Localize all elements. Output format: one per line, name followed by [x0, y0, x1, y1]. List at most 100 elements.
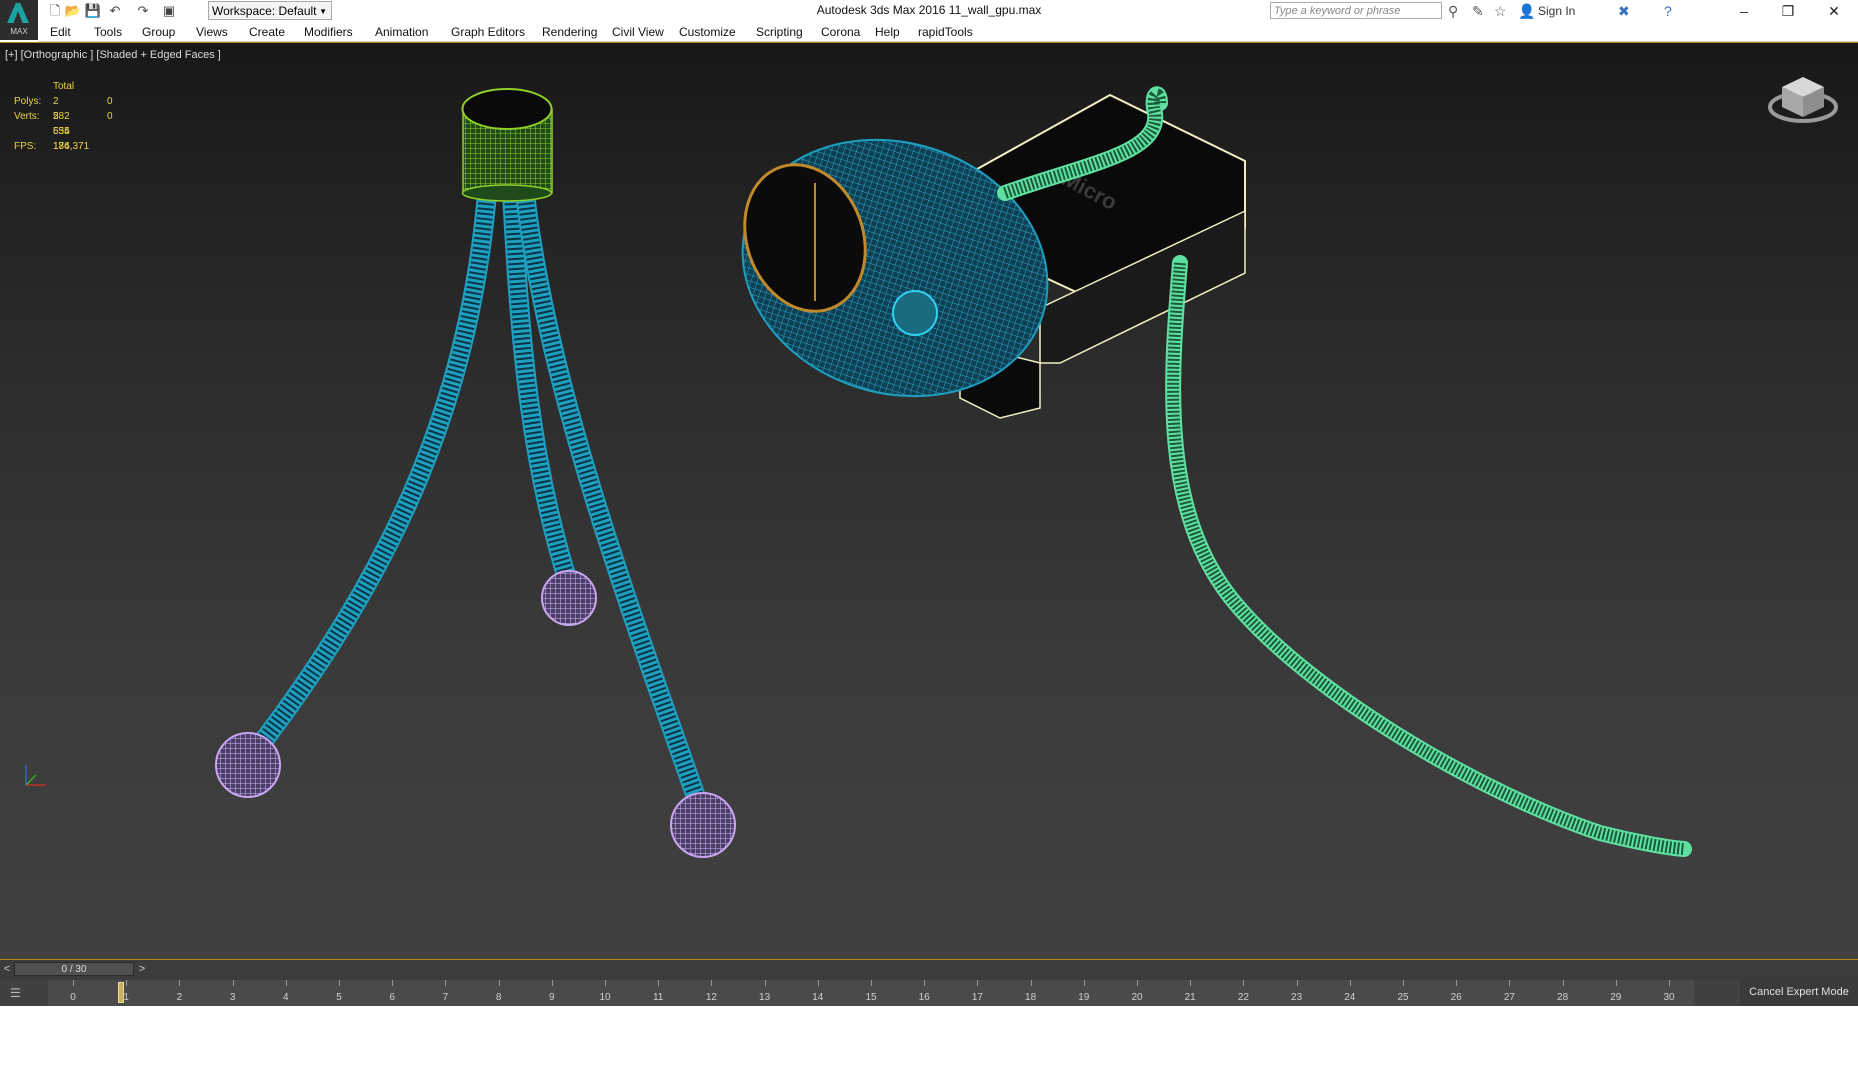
scene-wireframe: Micro [25, 86, 1692, 858]
app-menu-button[interactable]: MAX [0, 0, 38, 40]
trackbar-tick [871, 980, 872, 986]
trackbar-frame-label: 9 [549, 992, 555, 1003]
menu-tools[interactable]: Tools [94, 25, 122, 39]
save-icon[interactable]: 💾 [84, 2, 102, 20]
minimize-icon[interactable]: – [1722, 0, 1766, 22]
trackbar-frame-label: 4 [283, 992, 289, 1003]
trackbar-frame-label: 27 [1503, 992, 1515, 1003]
trackbar-frame-label: 23 [1291, 992, 1303, 1003]
trackbar-frame-label: 17 [971, 992, 983, 1003]
trackbar-frame-label: 22 [1237, 992, 1249, 1003]
trackbar-frame-label: 8 [495, 992, 502, 1003]
menu-help[interactable]: Help [875, 25, 900, 39]
trackbar-tick [285, 980, 287, 986]
menu-corona[interactable]: Corona [821, 25, 860, 39]
menu-modifiers[interactable]: Modifiers [304, 25, 353, 39]
binoculars-icon[interactable]: ⚲ [1448, 3, 1458, 19]
trackbar-tick [605, 980, 606, 986]
trackbar-tick [1030, 980, 1032, 986]
next-frame-button[interactable]: > [136, 962, 148, 976]
trackbar-frame-label: 2 [176, 992, 183, 1003]
redo-icon[interactable]: ↷ [134, 2, 152, 20]
trackbar-tick [445, 980, 447, 986]
tripod-cap [461, 88, 553, 202]
user-icon: 👤 [1518, 3, 1536, 19]
trackbar-tick [764, 980, 766, 986]
menu-customize[interactable]: Customize [679, 25, 736, 39]
chevron-down-icon: ▼ [319, 7, 327, 16]
trackbar-tick [126, 980, 128, 986]
trackbar-tick [658, 980, 660, 986]
communication-icon[interactable]: ✎ [1472, 3, 1484, 19]
axis-tripod-icon [25, 765, 46, 786]
undo-icon[interactable]: ↶ [106, 2, 124, 20]
trackbar-tick [179, 980, 181, 986]
close-x-icon[interactable]: ✖ [1618, 3, 1630, 19]
time-slider[interactable]: 0 / 30 [14, 962, 134, 976]
tripod-legs [248, 183, 710, 818]
trackbar-tick [1137, 980, 1138, 986]
menu-animation[interactable]: Animation [375, 25, 428, 39]
trackbar-tick [711, 980, 713, 986]
previous-frame-button[interactable]: < [1, 962, 13, 976]
trackbar-tick [1190, 980, 1192, 986]
trackbar-tick [817, 980, 819, 986]
menu-graph-editors[interactable]: Graph Editors [451, 25, 525, 39]
sign-in-link[interactable]: Sign In [1538, 4, 1575, 18]
viewport-orthographic[interactable]: [+] [Orthographic ] [Shaded + Edged Face… [0, 42, 1858, 960]
help-icon[interactable]: ? [1664, 3, 1672, 19]
menu-scripting[interactable]: Scripting [756, 25, 803, 39]
trackbar-tick [1562, 980, 1564, 986]
search-input[interactable] [1270, 2, 1442, 19]
trackbar-frame-label: 29 [1610, 992, 1622, 1003]
trackbar-frame-label: 30 [1663, 992, 1675, 1003]
trackbar-tick [232, 980, 234, 986]
star-icon[interactable]: ☆ [1494, 3, 1507, 19]
3dsmax-logo-icon [7, 3, 29, 23]
trackbar-tick [551, 980, 553, 986]
trackbar-frame-label: 6 [389, 992, 395, 1003]
open-icon[interactable]: 📂 [64, 2, 82, 20]
trackbar-frame-label: 25 [1397, 992, 1409, 1003]
trackbar-frame-label: 18 [1025, 992, 1037, 1003]
trackbar-frame-label: 11 [652, 992, 664, 1003]
trackbar-frame-label: 28 [1557, 992, 1569, 1003]
trackbar-tick [498, 980, 500, 986]
logo-text: MAX [10, 27, 28, 36]
trackbar-tick [977, 980, 979, 986]
menu-civil-view[interactable]: Civil View [612, 25, 664, 39]
menu-create[interactable]: Create [249, 25, 285, 39]
new-icon[interactable]: 🗋 [46, 2, 64, 20]
trackbar-frame-label: 16 [918, 992, 930, 1003]
trackbar-frame-label: 12 [705, 992, 717, 1003]
restore-icon[interactable]: ❐ [1766, 0, 1810, 22]
trackbar-tick [1083, 980, 1085, 986]
viewcube-icon[interactable] [1768, 73, 1838, 133]
trackbar-tick [924, 980, 926, 986]
close-icon[interactable]: ✕ [1812, 0, 1856, 22]
menu-views[interactable]: Views [196, 25, 228, 39]
menu-rapidtools[interactable]: rapidTools [918, 25, 973, 39]
trackbar-frame-label: 3 [229, 992, 236, 1003]
workspace-dropdown[interactable]: Workspace: Default ▼ [208, 1, 332, 20]
trackbar-tick [1456, 980, 1458, 986]
mini-listener-icon[interactable]: ☰ [10, 986, 30, 1000]
workspace-label: Workspace: Default [212, 4, 317, 18]
menu-edit[interactable]: Edit [50, 25, 71, 39]
trackbar-tick [339, 980, 340, 986]
trackbar-frame-label: 5 [336, 992, 342, 1003]
menu-rendering[interactable]: Rendering [542, 25, 597, 39]
trackbar-frame-label: 14 [812, 992, 824, 1003]
cancel-expert-mode-button[interactable]: Cancel Expert Mode [1740, 978, 1858, 1006]
trackbar-frame-label: 21 [1184, 992, 1196, 1003]
project-icon[interactable]: ▣ [160, 2, 178, 20]
trackbar-frame-label: 0 [70, 992, 76, 1003]
menu-group[interactable]: Group [142, 25, 175, 39]
menu-bar: Edit Tools Group Views Create Modifiers … [38, 22, 1858, 42]
trackbar-tick [1615, 980, 1617, 986]
trackbar-tick [73, 980, 74, 986]
trackbar-frame-label: 26 [1450, 992, 1462, 1003]
trackbar-track[interactable]: 0 1 2 3 4 5 6 7 8 9 10 11 12 13 14 15 16 17 18 19 20 21 22 23 24… [48, 980, 1694, 1006]
time-slider-bar: < 0 / 30 > [0, 960, 1858, 981]
trackbar-frame-label: 7 [442, 992, 449, 1003]
